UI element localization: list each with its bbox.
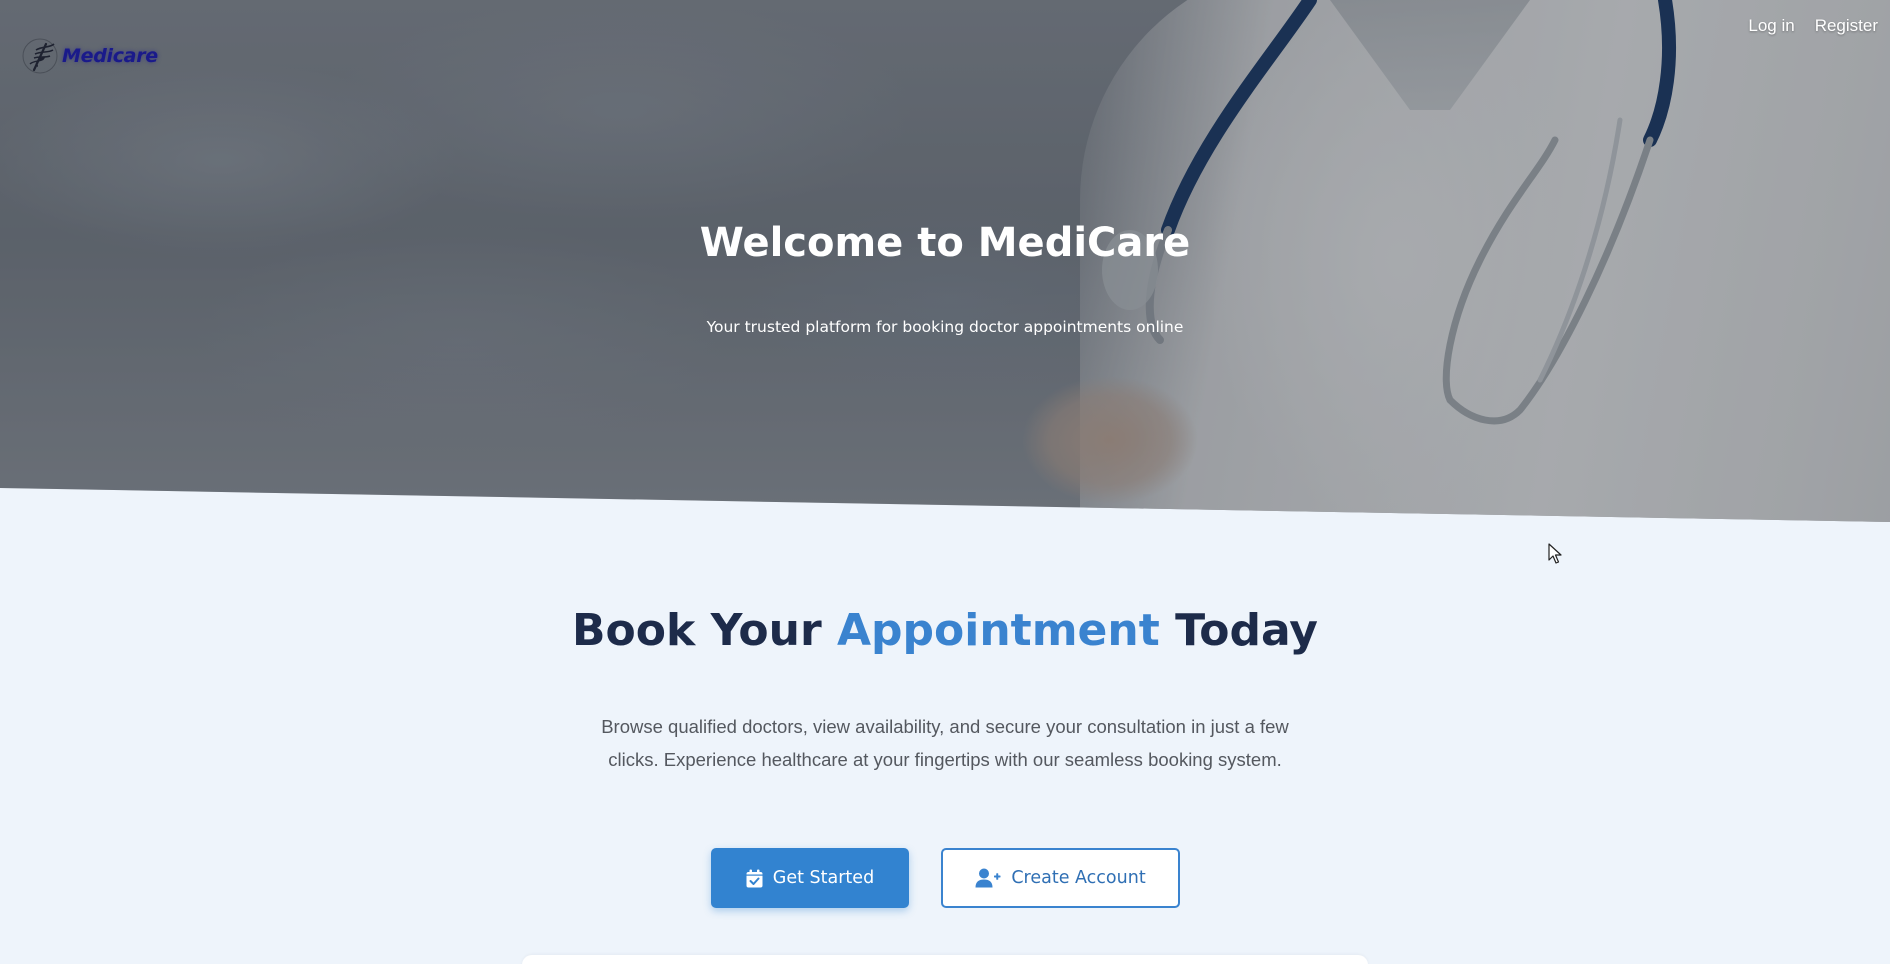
- mouse-cursor-icon: [1548, 543, 1562, 564]
- register-link[interactable]: Register: [1815, 16, 1878, 36]
- hero-subtitle: Your trusted platform for booking doctor…: [706, 318, 1184, 336]
- user-plus-icon: [975, 868, 1001, 888]
- login-link[interactable]: Log in: [1748, 16, 1794, 36]
- booking-heading-accent: Appointment: [836, 605, 1160, 656]
- logo-text: Medicare: [62, 45, 158, 67]
- get-started-button[interactable]: Get Started: [711, 848, 909, 908]
- booking-heading-part2: Today: [1159, 605, 1318, 656]
- booking-description: Browse qualified doctors, view availabil…: [601, 716, 1289, 770]
- top-nav: Log in Register: [1748, 16, 1878, 36]
- caduceus-icon: [22, 38, 58, 74]
- create-account-button[interactable]: Create Account: [941, 848, 1180, 908]
- create-account-label: Create Account: [1011, 868, 1146, 888]
- hero-title: Welcome to MediCare: [699, 220, 1191, 266]
- calendar-check-icon: [746, 869, 763, 887]
- site-logo[interactable]: Medicare: [20, 36, 158, 76]
- booking-heading-part1: Book Your: [572, 605, 837, 656]
- booking-heading: Book Your Appointment Today: [0, 605, 1890, 656]
- content-card: [522, 955, 1368, 964]
- get-started-label: Get Started: [772, 868, 875, 888]
